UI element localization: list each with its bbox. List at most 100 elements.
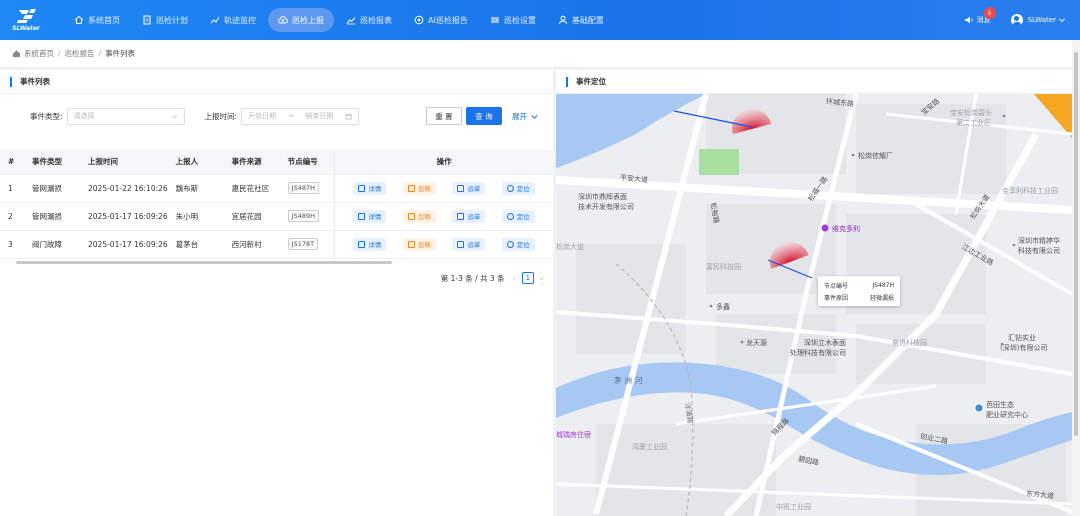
page-number-current[interactable]: 1 [521, 272, 534, 284]
map-label-poi: (深圳)有限公司 [1000, 344, 1048, 352]
nav-inspection-plan[interactable]: 巡检计划 [132, 8, 198, 32]
messages-button[interactable]: 消息 5 [964, 7, 996, 25]
person-icon [558, 15, 567, 25]
table-header-row: # 事件类型 上报时间 上报人 事件来源 节点编号 操作 [0, 150, 553, 175]
logo[interactable]: SLWater [0, 0, 52, 40]
nav-label: 巡检上报 [292, 15, 324, 25]
nav-inspection-settings[interactable]: 巡检设置 [480, 8, 546, 32]
map-label-poi: 多鑫 [716, 303, 730, 311]
map-label-poi: 汇钻实业 [1008, 334, 1036, 342]
page-vertical-scrollbar[interactable] [1072, 40, 1080, 516]
dispatch-button[interactable]: 派单 [452, 181, 486, 195]
main-nav: 系统首页 巡检计划 轨迹监控 巡检上报 巡检报表 AI巡检报告 巡检设置 基础配… [64, 0, 616, 40]
detail-label: 详情 [368, 213, 382, 221]
cell-event-type: 阀门故障 [24, 230, 80, 259]
cloud-upload-icon [278, 16, 288, 24]
detail-button[interactable]: 详情 [353, 209, 387, 223]
dispatch-button[interactable]: 派单 [452, 209, 486, 223]
locate-label: 定位 [516, 241, 530, 249]
cell-event-type: 管网漏损 [24, 174, 80, 203]
nav-home[interactable]: 系统首页 [64, 8, 130, 32]
expand-filters-button[interactable]: 展开 [512, 107, 539, 125]
panel-title: 事件定位 [556, 70, 1072, 94]
scrollbar-thumb[interactable] [1074, 52, 1078, 436]
ignore-button[interactable]: 忽略 [402, 237, 436, 251]
col-event-source: 事件来源 [223, 150, 280, 175]
cell-index: 1 [0, 174, 24, 203]
event-location-panel: 事件定位 平安大道 深圳市鼎辉表面 技术开发有限公司 维克多利 富民科技园 多鑫… [556, 70, 1072, 516]
cell-index: 2 [0, 202, 24, 231]
filter-bar: 事件类型: 请选择 上报时间: 开始日期 → 结束日期 重 置 查 询 展开 [0, 94, 553, 138]
speaker-icon [964, 16, 973, 24]
document-icon [358, 240, 366, 248]
poi-pin-icon [821, 224, 829, 232]
ignore-button[interactable]: 忽略 [402, 209, 436, 223]
event-type-select[interactable]: 请选择 [66, 107, 185, 125]
cell-report-time: 2025-01-22 16:10:26 [80, 174, 168, 203]
tooltip-row-node: 节点编号 JS487H [824, 279, 894, 291]
nav-ai-report[interactable]: AI巡检报告 [404, 8, 478, 32]
user-menu[interactable]: SLWater [1010, 14, 1066, 26]
event-list-panel: 事件列表 事件类型: 请选择 上报时间: 开始日期 → 结束日期 重 置 查 询… [0, 70, 553, 516]
tooltip-node-value: JS487H [872, 281, 894, 289]
report-time-range-picker[interactable]: 开始日期 → 结束日期 [241, 107, 360, 125]
ignore-icon [407, 212, 415, 220]
event-location-title: 事件定位 [576, 77, 606, 86]
cell-actions: 详情 忽略 派单 定位 [334, 202, 553, 231]
cell-node-id: JS178T [279, 230, 335, 259]
locate-button[interactable]: 定位 [501, 181, 535, 195]
col-index: # [0, 150, 24, 175]
dispatch-label: 派单 [467, 185, 481, 193]
event-type-label: 事件类型: [30, 111, 63, 121]
dispatch-button[interactable]: 派单 [452, 237, 486, 251]
event-table: # 事件类型 上报时间 上报人 事件来源 节点编号 操作 1 管网漏损 2025… [0, 150, 553, 259]
tooltip-row-reason: 事件原因 轻微漏损 [824, 291, 894, 303]
detail-button[interactable]: 详情 [353, 181, 387, 195]
detail-button[interactable]: 详情 [353, 237, 387, 251]
scrollbar-thumb[interactable] [16, 260, 392, 264]
chart-icon [346, 17, 356, 25]
nav-base-config[interactable]: 基础配置 [548, 8, 614, 32]
map-label-road: 松岗大道 [556, 243, 584, 251]
ignore-button[interactable]: 忽略 [402, 181, 436, 195]
cell-node-id: JS489H [279, 202, 335, 231]
map-label-area: 宝安松岗碧头 [950, 109, 992, 117]
map-label-poi: 深圳市精婷华 [1018, 237, 1060, 245]
dispatch-icon [457, 240, 465, 248]
locate-button[interactable]: 定位 [501, 209, 535, 223]
top-right-tools: 消息 5 SLWater [964, 0, 1066, 40]
ai-icon [414, 15, 424, 25]
home-icon [12, 50, 21, 58]
tooltip-node-label: 节点编号 [824, 282, 849, 290]
table-row: 2 管网漏损 2025-01-17 16:09:26 朱小明 宜居花园 JS48… [0, 202, 553, 231]
nav-inspection-report[interactable]: 巡检上报 [268, 8, 334, 32]
panel-title: 事件列表 [0, 70, 553, 94]
table-horizontal-scrollbar[interactable] [0, 259, 553, 265]
reset-button[interactable]: 重 置 [426, 107, 462, 125]
locate-label: 定位 [516, 185, 530, 193]
breadcrumb-home[interactable]: 系统首页 [24, 48, 54, 59]
park-area [699, 149, 739, 175]
breadcrumb-report[interactable]: 巡检报告 [65, 48, 95, 59]
map-view[interactable]: 平安大道 深圳市鼎辉表面 技术开发有限公司 维克多利 富民科技园 多鑫 龙天源 … [556, 94, 1072, 516]
query-button[interactable]: 查 询 [466, 107, 502, 125]
map-label-river: 茅洲河 [614, 376, 646, 385]
node-id-tag: JS489H [287, 210, 319, 222]
user-name: SLWater [1027, 16, 1056, 24]
nav-label: 基础配置 [571, 15, 604, 25]
document-icon [358, 212, 366, 220]
start-date-placeholder: 开始日期 [248, 112, 277, 120]
breadcrumb-separator: / [58, 49, 61, 58]
tooltip-reason-label: 事件原因 [824, 294, 849, 302]
nav-track-monitor[interactable]: 轨迹监控 [200, 8, 266, 32]
map-label-poi: 龙天源 [746, 339, 767, 347]
location-icon [506, 212, 514, 220]
map-label-poi: 维克多利 [832, 225, 860, 233]
nav-inspection-stats[interactable]: 巡检报表 [336, 8, 402, 32]
col-node-id: 节点编号 [279, 150, 335, 175]
next-page-icon[interactable]: › [540, 274, 543, 283]
locate-button[interactable]: 定位 [501, 237, 535, 251]
prev-page-icon[interactable]: ‹ [513, 274, 516, 283]
dispatch-icon [457, 212, 465, 220]
tooltip-reason-value: 轻微漏损 [869, 294, 894, 302]
